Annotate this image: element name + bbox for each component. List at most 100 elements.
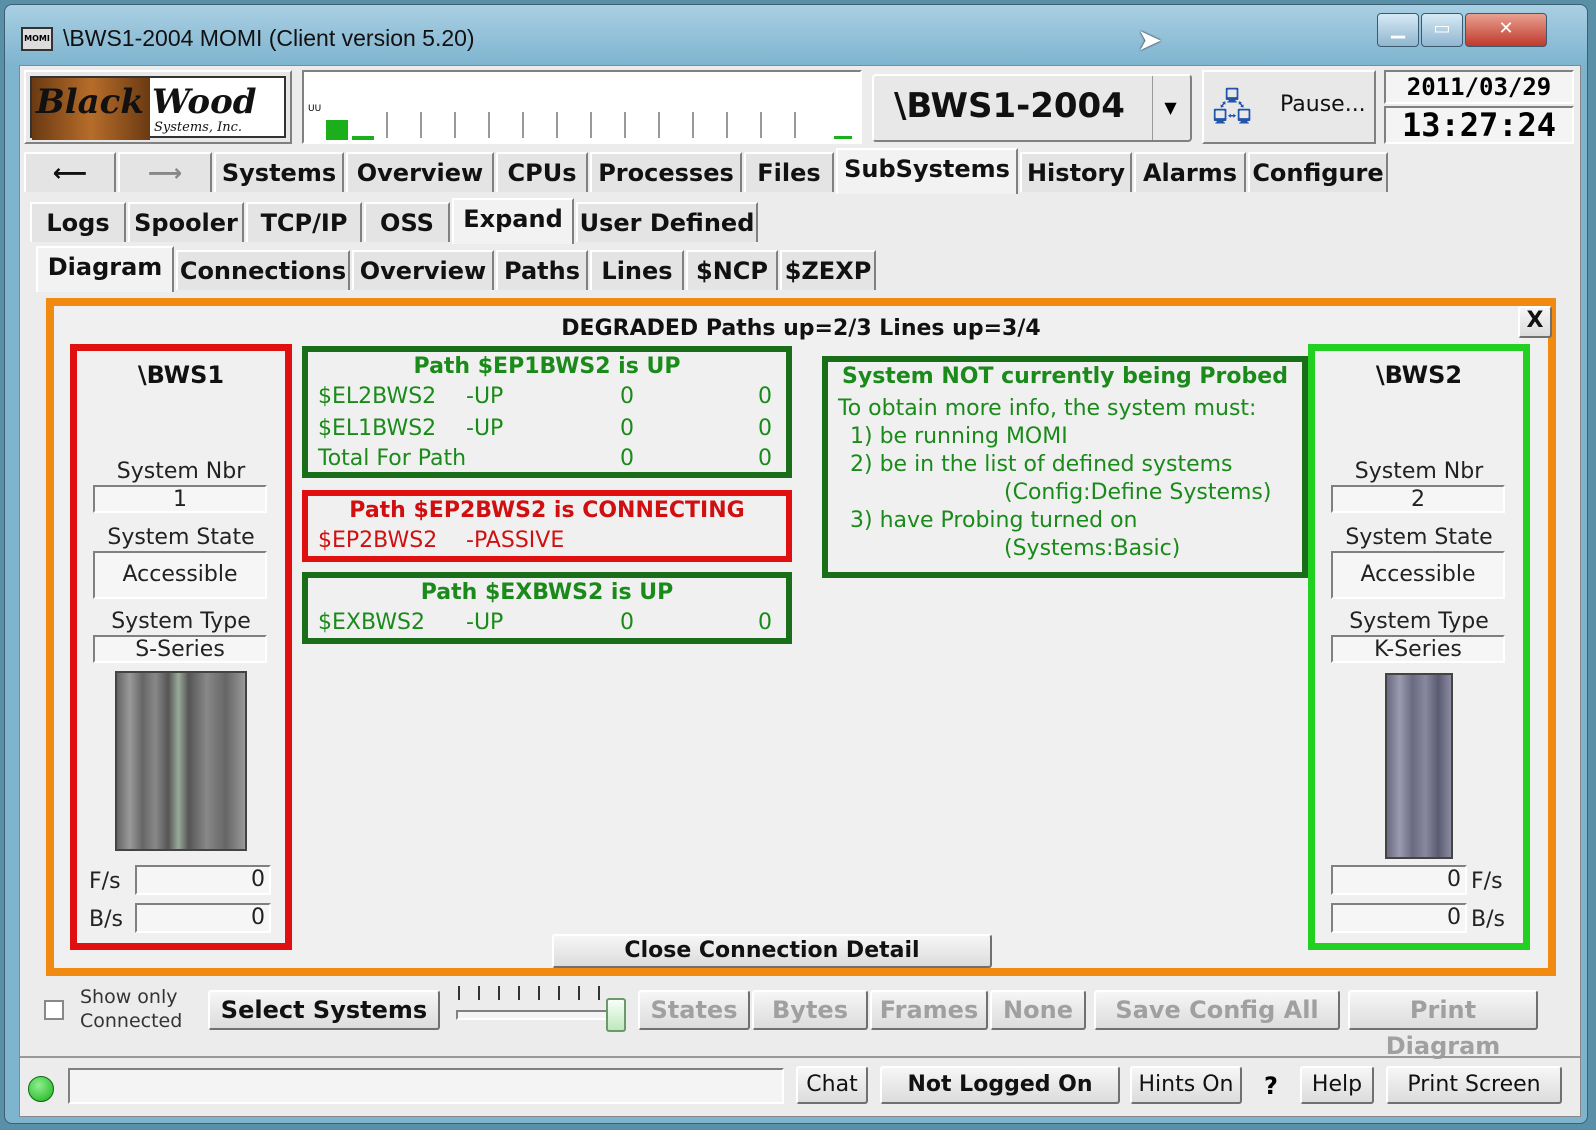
degraded-status: DEGRADED Paths up=2/3 Lines up=3/4 [561,316,1041,341]
tab-diagram[interactable]: Diagram [36,246,174,292]
path-box-ep1bws2[interactable]: Path $EP1BWS2 is UP $EL2BWS2 -UP 0 0 $EL… [302,346,792,478]
system-name: \BWS1 [137,361,225,389]
path-line-name: $EXBWS2 [318,610,425,635]
slider-thumb[interactable] [606,998,626,1032]
connected-label: Connected [80,1010,183,1032]
frames-button[interactable]: Frames [870,990,988,1030]
tab-expand[interactable]: Expand [452,198,574,244]
tab-subsystems[interactable]: SubSystems [836,148,1018,194]
show-only-label: Show only [80,986,178,1008]
tab-configure[interactable]: Configure [1248,152,1388,192]
probe-line: (Systems:Basic) [1004,536,1181,561]
zoom-slider[interactable] [456,986,626,1034]
path-line-name: $EL1BWS2 [318,416,437,441]
probe-line: 2) be in the list of defined systems [850,452,1233,477]
probe-line: 1) be running MOMI [850,424,1068,449]
tab-logs[interactable]: Logs [30,202,126,242]
path-title: Path $EXBWS2 is UP [420,580,674,605]
system-nbr-field: 2 [1331,485,1505,513]
k-series-server-image [1385,673,1453,859]
path-line-name: $EL2BWS2 [318,384,437,409]
path-line-a: 0 [620,416,634,441]
graph-bar [326,120,348,140]
system-nbr-label: System Nbr [1354,459,1484,484]
tab-files[interactable]: Files [744,152,834,192]
close-connection-detail-button[interactable]: Close Connection Detail [552,934,992,968]
fs-label: F/s [1471,869,1503,894]
chevron-down-icon[interactable]: ▼ [1152,76,1188,140]
minimize-button[interactable]: ▁ [1377,13,1419,47]
bytes-button[interactable]: Bytes [752,990,868,1030]
system-box-bws2[interactable]: \BWS2 System Nbr 2 System State Accessib… [1308,344,1530,950]
main-tab-bar: ⟵ ⟶ Systems Overview CPUs Processes File… [20,148,1580,196]
logon-button[interactable]: Not Logged On [880,1066,1120,1104]
tab-connections[interactable]: Connections [176,250,350,290]
expand-tab-bar: Diagram Connections Overview Paths Lines… [20,246,1580,294]
path-line-state: -UP [466,416,504,441]
graph-label: UU [308,104,322,114]
tab-user-defined[interactable]: User Defined [576,202,758,242]
system-type-field: S-Series [93,635,267,663]
computers-sync-icon: 🖧 [1212,88,1253,129]
tab-history[interactable]: History [1020,152,1132,192]
logo-subtitle: Systems, Inc. [154,120,243,135]
fs-field: 0 [1331,865,1467,895]
help-button[interactable]: Help [1300,1066,1374,1104]
path-line-state: -PASSIVE [466,528,565,553]
system-state-field: Accessible [93,551,267,599]
maximize-button[interactable]: ▭ [1421,13,1463,47]
mouse-cursor-icon: ➤ [1137,23,1163,58]
states-button[interactable]: States [638,990,750,1030]
save-config-all-button[interactable]: Save Config All [1094,990,1340,1030]
bs-field: 0 [135,903,271,933]
select-systems-button[interactable]: Select Systems [208,990,440,1030]
path-box-exbws2[interactable]: Path $EXBWS2 is UP $EXBWS2 -UP 0 0 [302,572,792,644]
time-display: 13:27:24 [1384,106,1574,144]
tab-systems[interactable]: Systems [214,152,344,192]
path-line-b: 0 [758,610,772,635]
tab-lines[interactable]: Lines [590,250,684,290]
collapse-right-button[interactable]: ⟶ [118,152,212,192]
tab-processes[interactable]: Processes [590,152,742,192]
tab-spooler[interactable]: Spooler [128,202,244,242]
close-icon: ✕ [1498,18,1514,39]
path-box-ep2bws2[interactable]: Path $EP2BWS2 is CONNECTING $EP2BWS2 -PA… [302,490,792,562]
tab-tcpip[interactable]: TCP/IP [246,202,362,242]
probe-line: 3) have Probing turned on [850,508,1138,533]
show-only-connected-checkbox[interactable] [44,1000,64,1020]
system-box-bws1[interactable]: \BWS1 System Nbr 1 System State Accessib… [70,344,292,950]
activity-graph: UU [302,70,862,144]
probe-info-box: System NOT currently being Probed To obt… [822,356,1308,578]
print-diagram-button[interactable]: Print Diagram [1348,990,1538,1060]
window-title: \BWS1-2004 MOMI (Client version 5.20) [63,25,475,51]
question-icon[interactable]: ? [1264,1072,1278,1100]
tab-overview[interactable]: Overview [346,152,494,192]
maximize-icon: ▭ [1433,18,1451,39]
close-detail-x-button[interactable]: X [1518,306,1552,338]
path-line-a: 0 [620,610,634,635]
close-window-button[interactable]: ✕ [1465,13,1547,47]
tab-zexp[interactable]: $ZEXP [780,250,876,290]
connection-detail-panel: DEGRADED Paths up=2/3 Lines up=3/4 X \BW… [46,298,1556,976]
tab-alarms[interactable]: Alarms [1134,152,1246,192]
chat-button[interactable]: Chat [796,1066,868,1104]
s-series-server-image [115,671,247,851]
pause-button[interactable]: 🖧 Pause... [1202,70,1376,144]
tab-paths[interactable]: Paths [496,250,588,290]
system-nbr-label: System Nbr [116,459,246,484]
hints-button[interactable]: Hints On [1130,1066,1242,1104]
system-selector[interactable]: \BWS1-2004 ▼ [872,74,1192,142]
tab-oss[interactable]: OSS [364,202,450,242]
path-line-b: 0 [758,384,772,409]
none-button[interactable]: None [990,990,1086,1030]
print-screen-button[interactable]: Print Screen [1386,1066,1562,1104]
tab-ncp[interactable]: $NCP [686,250,778,290]
subsystem-tab-bar: Logs Spooler TCP/IP OSS Expand User Defi… [20,198,1580,246]
tab-expand-overview[interactable]: Overview [352,250,494,290]
arrow-right-icon: ⟶ [147,159,183,187]
system-type-label: System Type [111,609,251,634]
collapse-left-button[interactable]: ⟵ [24,152,116,192]
tab-cpus[interactable]: CPUs [496,152,588,192]
system-state-field: Accessible [1331,551,1505,599]
minimize-icon: ▁ [1391,18,1405,39]
